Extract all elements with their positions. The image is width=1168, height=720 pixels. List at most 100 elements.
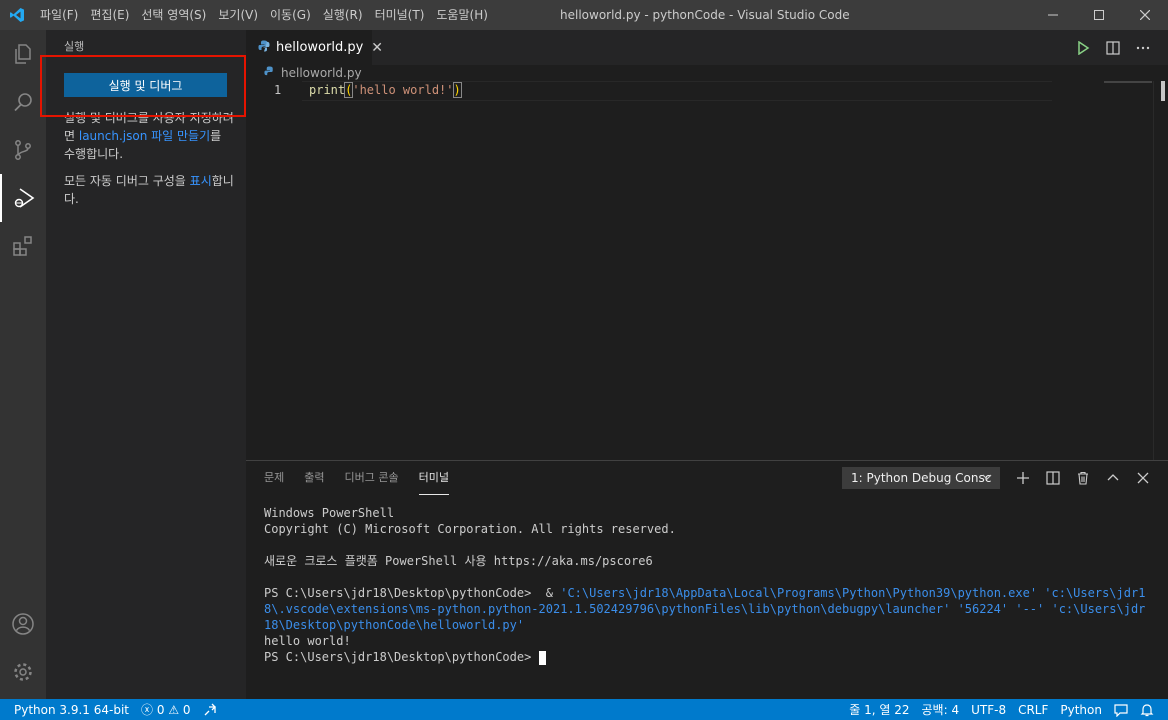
status-bar: Python 3.9.1 64-bit ⓧ 0 ⚠ 0 줄 1, 열 22 공백… [0,699,1168,720]
cursor-position[interactable]: 줄 1, 열 22 [849,701,909,718]
sidebar: 실행 실행 및 디버그 실행 및 디버그를 사용자 지정하려면 launch.j… [46,30,246,699]
show-configs-link[interactable]: 표시 [190,174,212,188]
source-control-button[interactable] [0,126,46,174]
terminal-prompt: PS C:\Users\jdr18\Desktop\pythonCode> [264,650,539,664]
panel-tabs: 문제 출력 디버그 콘솔 터미널 [264,461,469,495]
maximize-panel-button[interactable] [1098,471,1128,485]
tab-helloworld[interactable]: helloworld.py ✕ [246,30,383,65]
menu-terminal[interactable]: 터미널(T) [369,0,431,30]
error-count: 0 [156,702,165,717]
play-icon [1078,40,1090,55]
minimap[interactable] [1104,81,1152,83]
terminal-line: 새로운 크로스 플랫폼 PowerShell 사용 https://aka.ms… [264,554,653,568]
language-mode[interactable]: Python [1060,703,1102,717]
line-number: 1 [274,83,282,97]
menu-go[interactable]: 이동(G) [264,0,317,30]
tab-label: helloworld.py [276,40,364,55]
code-editor[interactable]: 1 print('hello world!') [246,81,1168,460]
feedback-icon [1114,703,1128,717]
close-tab-icon[interactable]: ✕ [371,40,383,56]
minimize-button[interactable] [1030,0,1076,30]
split-editor-button[interactable] [1098,40,1128,55]
files-icon [15,44,31,64]
title-bar: 파일(F) 편집(E) 선택 영역(S) 보기(V) 이동(G) 실행(R) 터… [0,0,1168,30]
terminal-line: hello world! [264,634,351,648]
tab-terminal[interactable]: 터미널 [418,461,449,495]
terminal-command-line: PS C:\Users\jdr18\Desktop\pythonCode> & … [264,585,1150,633]
editor-tab-bar: helloworld.py ✕ [246,30,1168,65]
create-launch-json-link[interactable]: launch.json 파일 만들기 [79,129,210,143]
close-icon [1137,472,1149,484]
extensions-icon [13,236,32,256]
code-paren-close: ) [452,82,462,98]
menu-bar: 파일(F) 편집(E) 선택 영역(S) 보기(V) 이동(G) 실행(R) 터… [34,0,494,30]
encoding[interactable]: UTF-8 [971,703,1006,717]
maximize-icon [1094,10,1104,20]
breadcrumb[interactable]: helloworld.py [246,65,362,81]
warning-count: 0 [182,702,191,717]
terminal-select[interactable]: 1: Python Debug Consc [842,467,1000,489]
split-terminal-button[interactable] [1038,471,1068,485]
terminal-line: Windows PowerShell [264,506,395,520]
sidebar-title: 실행 [64,40,85,53]
more-actions-button[interactable] [1128,41,1158,55]
window-title: helloworld.py - pythonCode - Visual Stud… [560,8,850,22]
code-line[interactable]: print('hello world!') [309,82,462,98]
tab-debug-console[interactable]: 디버그 콘솔 [345,461,399,495]
breadcrumb-file[interactable]: helloworld.py [281,66,362,80]
scroll-thumb[interactable] [1161,81,1165,101]
indentation[interactable]: 공백: 4 [922,701,960,718]
launch-json-hint: 실행 및 디버그를 사용자 지정하려면 launch.json 파일 만들기를 … [64,109,234,163]
hint2-text: 모든 자동 디버그 구성을 [64,174,190,188]
notifications-button[interactable] [1140,703,1154,717]
search-icon [14,93,32,112]
chevron-up-icon [1107,474,1119,481]
bottom-panel: 문제 출력 디버그 콘솔 터미널 1: Python Debug Consc W… [246,460,1168,699]
close-window-button[interactable] [1122,0,1168,30]
plus-icon [1017,472,1029,484]
menu-view[interactable]: 보기(V) [212,0,264,30]
menu-file[interactable]: 파일(F) [34,0,84,30]
menu-help[interactable]: 도움말(H) [430,0,494,30]
terminal-line: Copyright (C) Microsoft Corporation. All… [264,522,676,536]
ellipsis-icon [1136,46,1150,49]
live-share-button[interactable] [203,703,217,717]
problems-indicator[interactable]: ⓧ 0 ⚠ 0 [141,701,191,718]
terminal-cursor [538,650,546,665]
line-ending[interactable]: CRLF [1018,703,1048,717]
split-terminal-icon [1046,471,1060,485]
menu-edit[interactable]: 편집(E) [84,0,135,30]
python-interpreter[interactable]: Python 3.9.1 64-bit [14,703,129,717]
run-python-file-button[interactable] [1068,40,1098,55]
python-file-icon [264,66,275,80]
close-panel-button[interactable] [1128,471,1158,485]
tab-output[interactable]: 출력 [304,461,324,495]
minimize-icon [1048,14,1058,16]
tab-problems[interactable]: 문제 [264,461,284,495]
new-terminal-button[interactable] [1008,471,1038,485]
close-icon [1140,10,1150,20]
manage-button[interactable] [0,648,46,696]
menu-selection[interactable]: 선택 영역(S) [135,0,212,30]
chevron-down-icon [981,471,993,486]
feedback-button[interactable] [1114,703,1128,717]
kill-terminal-button[interactable] [1068,471,1098,485]
run-debug-button[interactable] [0,174,46,222]
extensions-button[interactable] [0,222,46,270]
code-function: print [309,83,346,97]
activity-bar [0,30,46,699]
terminal-output[interactable]: Windows PowerShell Copyright (C) Microsof… [264,505,1150,665]
vscode-logo-icon [0,0,34,30]
split-editor-icon [1106,40,1120,55]
annotation-highlight-box [40,55,246,117]
trash-icon [1078,471,1088,485]
remote-icon [204,703,216,715]
accounts-button[interactable] [0,600,46,648]
auto-debug-hint: 모든 자동 디버그 구성을 표시합니다. [64,172,234,208]
python-file-icon [258,40,270,56]
editor-scrollbar[interactable] [1153,81,1168,460]
terminal-prompt-line: PS C:\Users\jdr18\Desktop\pythonCode> [264,649,1150,665]
menu-run[interactable]: 실행(R) [317,0,369,30]
terminal-select-value: 1: Python Debug Consc [851,471,992,485]
maximize-button[interactable] [1076,0,1122,30]
